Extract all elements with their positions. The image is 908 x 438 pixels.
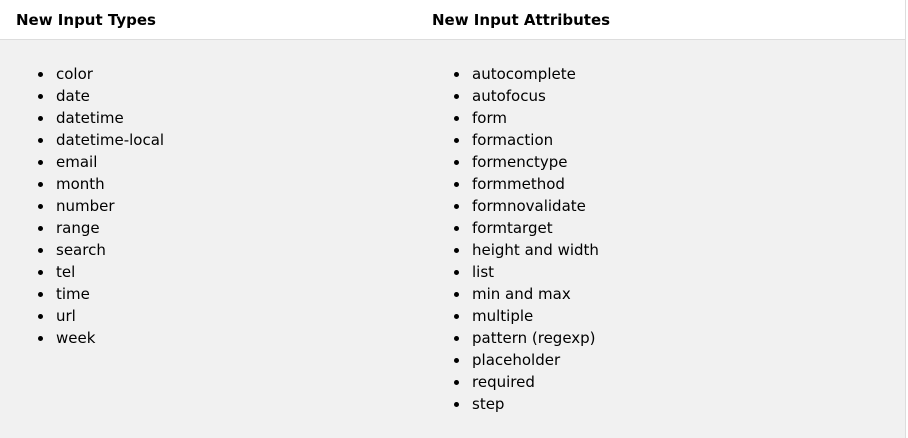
bullet-icon bbox=[38, 226, 43, 231]
input-type-item-label: time bbox=[56, 285, 90, 303]
input-attribute-item-label: list bbox=[472, 263, 495, 281]
input-attribute-item-label: formmethod bbox=[472, 175, 565, 193]
bullet-icon bbox=[38, 336, 43, 341]
input-attribute-item-label: autofocus bbox=[472, 87, 546, 105]
input-attribute-item: formnovalidate bbox=[454, 195, 599, 217]
input-attribute-item: autofocus bbox=[454, 85, 599, 107]
input-attribute-item-label: formnovalidate bbox=[472, 197, 586, 215]
input-attribute-item: formaction bbox=[454, 129, 599, 151]
bullet-icon bbox=[38, 314, 43, 319]
input-attribute-item-label: form bbox=[472, 109, 507, 127]
input-type-item: range bbox=[38, 217, 164, 239]
bullet-icon bbox=[454, 270, 459, 275]
input-attribute-item: autocomplete bbox=[454, 63, 599, 85]
input-types-list: color date datetime datetime-local email mont… bbox=[38, 63, 164, 349]
bullet-icon bbox=[454, 248, 459, 253]
input-attribute-item-label: formtarget bbox=[472, 219, 553, 237]
table-body-row: color date datetime datetime-local email mont… bbox=[0, 40, 905, 438]
input-attribute-item: formmethod bbox=[454, 173, 599, 195]
header-new-input-attributes: New Input Attributes bbox=[432, 11, 611, 29]
input-attribute-item: step bbox=[454, 393, 599, 415]
bullet-icon bbox=[454, 336, 459, 341]
input-comparison-table: New Input Types New Input Attributes col… bbox=[0, 0, 908, 438]
table-header-row: New Input Types New Input Attributes bbox=[0, 0, 905, 40]
input-type-item: email bbox=[38, 151, 164, 173]
bullet-icon bbox=[454, 116, 459, 121]
input-attribute-item-label: formenctype bbox=[472, 153, 568, 171]
input-attribute-item: form bbox=[454, 107, 599, 129]
input-attribute-item: required bbox=[454, 371, 599, 393]
bullet-icon bbox=[454, 292, 459, 297]
input-attribute-item: placeholder bbox=[454, 349, 599, 371]
bullet-icon bbox=[454, 380, 459, 385]
input-attribute-item: height and width bbox=[454, 239, 599, 261]
input-type-item-label: tel bbox=[56, 263, 76, 281]
input-type-item: url bbox=[38, 305, 164, 327]
input-attribute-item-label: multiple bbox=[472, 307, 534, 325]
input-type-item-label: week bbox=[56, 329, 96, 347]
bullet-icon bbox=[454, 402, 459, 407]
input-attribute-item: pattern (regexp) bbox=[454, 327, 599, 349]
bullet-icon bbox=[38, 138, 43, 143]
input-attribute-item-label: height and width bbox=[472, 241, 599, 259]
bullet-icon bbox=[38, 72, 43, 77]
input-type-item-label: datetime bbox=[56, 109, 124, 127]
bullet-icon bbox=[38, 182, 43, 187]
input-type-item-label: email bbox=[56, 153, 98, 171]
input-attribute-item-label: required bbox=[472, 373, 535, 391]
bullet-icon bbox=[38, 270, 43, 275]
bullet-icon bbox=[38, 116, 43, 121]
bullet-icon bbox=[38, 292, 43, 297]
table-right-border bbox=[905, 0, 906, 438]
header-new-input-types: New Input Types bbox=[16, 11, 156, 29]
input-attribute-item-label: pattern (regexp) bbox=[472, 329, 596, 347]
bullet-icon bbox=[454, 314, 459, 319]
bullet-icon bbox=[38, 248, 43, 253]
input-attribute-item: min and max bbox=[454, 283, 599, 305]
input-type-item: datetime-local bbox=[38, 129, 164, 151]
bullet-icon bbox=[38, 160, 43, 165]
input-type-item-label: color bbox=[56, 65, 93, 83]
input-type-item: datetime bbox=[38, 107, 164, 129]
input-type-item-label: url bbox=[56, 307, 76, 325]
input-attribute-item: formtarget bbox=[454, 217, 599, 239]
bullet-icon bbox=[454, 226, 459, 231]
bullet-icon bbox=[454, 72, 459, 77]
input-attribute-item: formenctype bbox=[454, 151, 599, 173]
input-attribute-item: multiple bbox=[454, 305, 599, 327]
input-type-item-label: month bbox=[56, 175, 105, 193]
input-attribute-item: list bbox=[454, 261, 599, 283]
input-type-item-label: search bbox=[56, 241, 106, 259]
input-attribute-item-label: step bbox=[472, 395, 505, 413]
input-attribute-item-label: autocomplete bbox=[472, 65, 576, 83]
bullet-icon bbox=[454, 358, 459, 363]
input-type-item-label: number bbox=[56, 197, 115, 215]
input-type-item: date bbox=[38, 85, 164, 107]
bullet-icon bbox=[454, 204, 459, 209]
input-type-item: week bbox=[38, 327, 164, 349]
input-type-item: tel bbox=[38, 261, 164, 283]
input-type-item: color bbox=[38, 63, 164, 85]
bullet-icon bbox=[454, 138, 459, 143]
input-type-item-label: datetime-local bbox=[56, 131, 165, 149]
bullet-icon bbox=[454, 94, 459, 99]
input-type-item-label: range bbox=[56, 219, 100, 237]
input-type-item-label: date bbox=[56, 87, 90, 105]
input-type-item: time bbox=[38, 283, 164, 305]
input-type-item: number bbox=[38, 195, 164, 217]
input-attributes-list: autocomplete autofocus form formaction forme… bbox=[454, 63, 599, 415]
input-attribute-item-label: placeholder bbox=[472, 351, 561, 369]
bullet-icon bbox=[454, 160, 459, 165]
input-type-item: search bbox=[38, 239, 164, 261]
input-attribute-item-label: min and max bbox=[472, 285, 571, 303]
bullet-icon bbox=[454, 182, 459, 187]
input-type-item: month bbox=[38, 173, 164, 195]
bullet-icon bbox=[38, 94, 43, 99]
input-attribute-item-label: formaction bbox=[472, 131, 554, 149]
bullet-icon bbox=[38, 204, 43, 209]
